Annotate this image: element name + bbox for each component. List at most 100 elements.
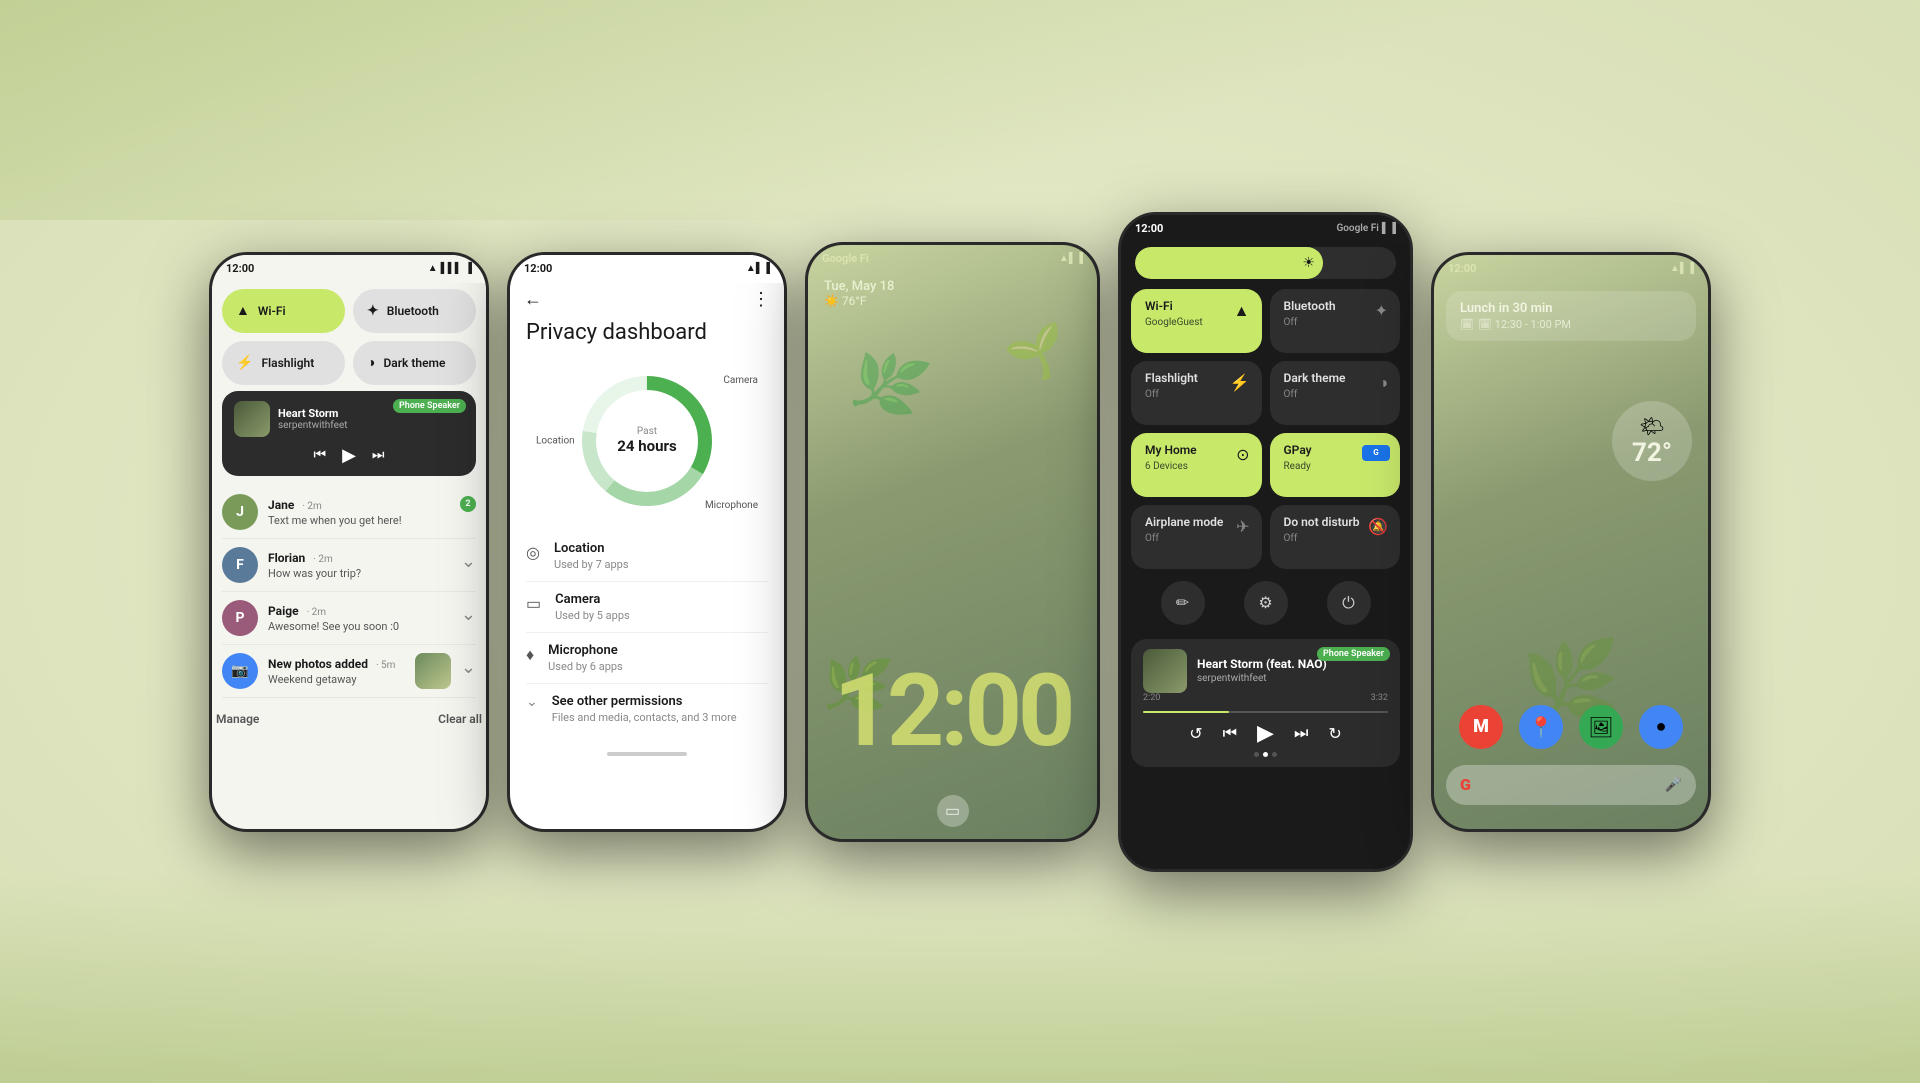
- phone5-time: 12:00: [1448, 262, 1476, 275]
- microphone-icon: ♦: [526, 645, 534, 665]
- chrome-app-icon[interactable]: ●: [1639, 705, 1683, 749]
- phone5-status-bar: 12:00 ▲▌▐: [1434, 255, 1708, 283]
- phone3-clock: 12:00: [808, 664, 1097, 759]
- manage-button[interactable]: Manage: [216, 712, 259, 726]
- photos-content: New photos added · 5m Weekend getaway: [268, 653, 405, 686]
- dark-theme-tile[interactable]: ◑ Dark theme: [353, 341, 476, 385]
- settings-button[interactable]: ⚙: [1244, 581, 1288, 625]
- qs-flashlight-tile[interactable]: Flashlight Off ⚡: [1131, 361, 1262, 425]
- phone4-play-button[interactable]: ▶: [1257, 721, 1274, 746]
- qs-wifi-sub: GoogleGuest: [1145, 317, 1248, 328]
- flashlight-icon: ⚡: [236, 355, 253, 371]
- phone3-screen: Google Fi ▲▌▐ Tue, May 18 ☀️ 76°F 🌿 🌱 🌿 …: [808, 245, 1097, 839]
- microphone-content: Microphone Used by 6 apps: [548, 643, 768, 673]
- photos-app-icon[interactable]: 🖼: [1579, 705, 1623, 749]
- phone2-time: 12:00: [524, 262, 552, 275]
- qs-controls-row: ✏ ⚙ ⏻: [1121, 569, 1410, 633]
- jane-time: · 2m: [302, 501, 321, 512]
- phone4-media-title: Heart Storm (feat. NAO): [1197, 657, 1327, 671]
- media-controls: ⏮ ▶ ⏭: [234, 445, 464, 466]
- widget-event-time: 🗓 🗓 12:30 - 1:00 PM: [1460, 318, 1682, 331]
- bluetooth-tile-icon: ✦: [367, 303, 379, 319]
- qs-airplane-label: Airplane mode: [1145, 515, 1248, 529]
- photos-text: Weekend getaway: [268, 673, 405, 686]
- bluetooth-tile[interactable]: ✦ Bluetooth: [353, 289, 476, 333]
- maps-app-icon[interactable]: 📍: [1519, 705, 1563, 749]
- qs-home-icon: ⊙: [1236, 445, 1249, 464]
- phone4-status-bar: 12:00 Google Fi ▌▐: [1121, 215, 1410, 243]
- flashlight-tile[interactable]: ⚡ Flashlight: [222, 341, 345, 385]
- donut-center-sublabel: Past: [617, 426, 676, 437]
- qs-dnd-tile[interactable]: Do not disturb Off 🔕: [1270, 505, 1401, 569]
- phones-container: 12:00 ▲ ▌▌▌ ▐ ▲ Wi-Fi ✦ Bluetooth ⚡: [0, 0, 1920, 1083]
- brightness-slider[interactable]: ☀: [1135, 247, 1396, 279]
- phone4-media-artist: serpentwithfeet: [1197, 673, 1327, 684]
- photos-expand-icon[interactable]: ⌄: [461, 657, 476, 678]
- photos-name: New photos added: [268, 657, 368, 671]
- microphone-search-icon[interactable]: 🎤: [1665, 777, 1682, 793]
- phone4-progress-bar[interactable]: [1143, 711, 1388, 713]
- nav-home-button[interactable]: ▭: [937, 795, 969, 827]
- notification-jane: J Jane · 2m Text me when you get here! 2: [222, 486, 476, 539]
- florian-avatar: F: [222, 547, 258, 583]
- qs-wifi-tile[interactable]: Wi-Fi GoogleGuest ▲: [1131, 289, 1262, 353]
- gmail-app-icon[interactable]: M: [1459, 705, 1503, 749]
- back-button[interactable]: ←: [524, 289, 542, 310]
- florian-expand-icon[interactable]: ⌄: [461, 551, 476, 572]
- jane-text: Text me when you get here!: [268, 514, 450, 527]
- phone4-media-thumbnail: [1143, 649, 1187, 693]
- edit-button[interactable]: ✏: [1161, 581, 1205, 625]
- qs-home-tile[interactable]: My Home 6 Devices ⊙: [1131, 433, 1262, 497]
- play-button[interactable]: ▶: [342, 445, 356, 466]
- gmail-label: M: [1473, 716, 1489, 737]
- maps-icon: 📍: [1529, 715, 1554, 739]
- see-other-permissions[interactable]: ⌄ See other permissions Files and media,…: [526, 684, 768, 734]
- qs-gpay-tile[interactable]: GPay Ready G: [1270, 433, 1401, 497]
- phone4-shuffle-button[interactable]: ↻: [1328, 724, 1341, 743]
- skip-forward-button[interactable]: ⏭: [372, 447, 385, 463]
- settings-icon: ⚙: [1258, 593, 1272, 612]
- wifi-tile[interactable]: ▲ Wi-Fi: [222, 289, 345, 333]
- qs-dark-theme-sub: Off: [1284, 389, 1387, 400]
- see-other-title: See other permissions: [552, 694, 737, 709]
- donut-center-value: 24 hours: [617, 437, 676, 455]
- home-flowers: 🌿: [1434, 375, 1708, 729]
- phone4-skip-forward-button[interactable]: ⏭: [1294, 723, 1308, 743]
- media-dot-1: [1254, 752, 1259, 757]
- clear-all-button[interactable]: Clear all: [438, 712, 482, 726]
- qs-wifi-icon: ▲: [1234, 301, 1250, 321]
- flashlight-tile-label: Flashlight: [261, 356, 314, 370]
- phone2-status-icons: ▲▌▐: [746, 263, 770, 274]
- phone3-signal-icon: ▲▌▐: [1059, 253, 1083, 264]
- qs-gpay-sub: Ready: [1284, 461, 1387, 472]
- skip-back-button[interactable]: ⏮: [313, 447, 326, 463]
- google-search-bar[interactable]: G 🎤: [1446, 765, 1696, 805]
- phone-4-quick-settings: 12:00 Google Fi ▌▐ ☀ Wi-Fi GoogleGuest ▲: [1118, 212, 1413, 872]
- qs-home-sub: 6 Devices: [1145, 461, 1248, 472]
- qs-dark-theme-tile[interactable]: Dark theme Off ◑: [1270, 361, 1401, 425]
- phone4-skip-back-button[interactable]: ⏮: [1223, 723, 1237, 743]
- qs-wifi-label: Wi-Fi: [1145, 299, 1248, 313]
- phone-2-privacy: 12:00 ▲▌▐ ← ⋮ Privacy dashboard: [507, 252, 787, 832]
- phone-5-home: 12:00 ▲▌▐ Lunch in 30 min 🗓 🗓 12:30 - 1:…: [1431, 252, 1711, 832]
- media-artist: serpentwithfeet: [278, 420, 348, 431]
- dark-theme-icon: ◑: [367, 354, 375, 371]
- location-icon: ◎: [526, 543, 540, 562]
- brightness-fill: ☀: [1135, 247, 1323, 279]
- qs-airplane-tile[interactable]: Airplane mode Off ✈: [1131, 505, 1262, 569]
- power-button[interactable]: ⏻: [1327, 581, 1371, 625]
- notification-paige: P Paige · 2m Awesome! See you soon :0 ⌄: [222, 592, 476, 645]
- qs-dark-theme-icon: ◑: [1378, 373, 1388, 393]
- menu-button[interactable]: ⋮: [752, 289, 770, 310]
- paige-expand-icon[interactable]: ⌄: [461, 604, 476, 625]
- phone4-media-time: 2:20 3:32: [1143, 693, 1388, 703]
- phone4-media-player: Phone Speaker Heart Storm (feat. NAO) se…: [1131, 639, 1400, 767]
- media-dot-3: [1272, 752, 1277, 757]
- phone4-screen: 12:00 Google Fi ▌▐ ☀ Wi-Fi GoogleGuest ▲: [1121, 215, 1410, 869]
- flower-1: 🌿: [841, 337, 935, 429]
- media-text: Heart Storm serpentwithfeet: [278, 407, 348, 431]
- qs-bluetooth-tile[interactable]: Bluetooth Off ✦: [1270, 289, 1401, 353]
- phone1-screen: 12:00 ▲ ▌▌▌ ▐ ▲ Wi-Fi ✦ Bluetooth ⚡: [212, 255, 486, 829]
- media-total: 3:32: [1371, 693, 1388, 703]
- phone4-replay-button[interactable]: ↺: [1189, 724, 1202, 743]
